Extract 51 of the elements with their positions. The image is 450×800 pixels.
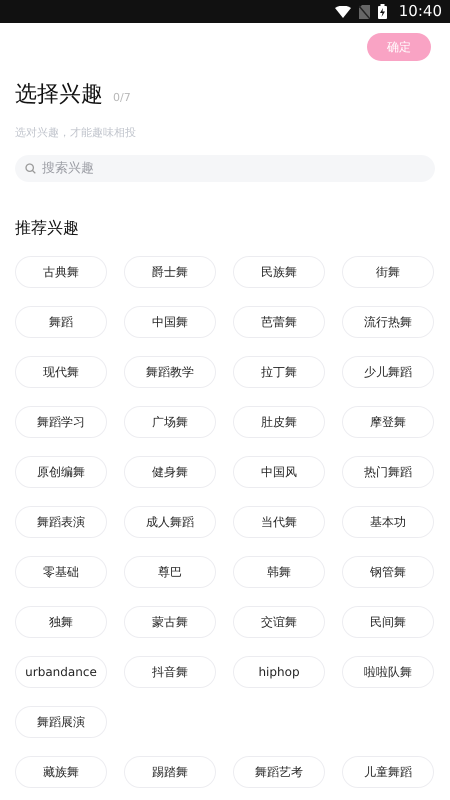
interest-tag[interactable]: 广场舞 [124,406,216,438]
interest-tag[interactable]: urbandance [15,656,107,688]
search-icon [25,163,36,174]
interest-tag[interactable]: 古典舞 [15,256,107,288]
interest-tag[interactable]: 舞蹈教学 [124,356,216,388]
interest-tag[interactable]: 民族舞 [233,256,325,288]
interest-tag[interactable]: 少儿舞蹈 [342,356,434,388]
interest-tag[interactable]: 韩舞 [233,556,325,588]
interest-tag[interactable]: 现代舞 [15,356,107,388]
interest-tag[interactable]: 热门舞蹈 [342,456,434,488]
clock: 10:40 [398,1,442,22]
interest-tag[interactable]: 拉丁舞 [233,356,325,388]
interest-tag[interactable]: 成人舞蹈 [124,506,216,538]
interest-tag[interactable]: 尊巴 [124,556,216,588]
interest-tag[interactable]: 健身舞 [124,456,216,488]
interest-tag[interactable]: 零基础 [15,556,107,588]
interest-tag[interactable]: 民间舞 [342,606,434,638]
battery-charging-icon [378,4,387,19]
interest-tag[interactable]: 中国风 [233,456,325,488]
interest-tag[interactable]: 中国舞 [124,306,216,338]
interest-tag[interactable]: 芭蕾舞 [233,306,325,338]
interest-tag[interactable]: 舞蹈艺考 [233,756,325,788]
interest-tag[interactable]: 踢踏舞 [124,756,216,788]
interest-tag[interactable]: 舞蹈表演 [15,506,107,538]
wifi-icon [334,6,351,18]
search-field[interactable]: 搜索兴趣 [15,155,435,182]
section-title: 推荐兴趣 [15,218,79,237]
selection-count: 0/7 [113,90,131,106]
interest-tag[interactable]: 独舞 [15,606,107,638]
interest-tag[interactable]: 啦啦队舞 [342,656,434,688]
interest-tag[interactable]: 蒙古舞 [124,606,216,638]
interest-tag[interactable]: hiphop [233,656,325,688]
subtitle: 选对兴趣，才能趣味相投 [15,126,136,139]
interest-tag[interactable]: 儿童舞蹈 [342,756,434,788]
interest-tag[interactable]: 舞蹈学习 [15,406,107,438]
interest-tag[interactable]: 基本功 [342,506,434,538]
interest-tag[interactable]: 抖音舞 [124,656,216,688]
interest-tag[interactable]: 舞蹈展演 [15,706,107,738]
interest-tag[interactable]: 街舞 [342,256,434,288]
interest-tag[interactable]: 当代舞 [233,506,325,538]
interest-tag[interactable]: 交谊舞 [233,606,325,638]
interest-tag[interactable]: 舞蹈 [15,306,107,338]
interest-tag[interactable]: 摩登舞 [342,406,434,438]
page-title: 选择兴趣 [15,81,103,109]
interest-tag[interactable]: 藏族舞 [15,756,107,788]
interest-tag[interactable]: 原创编舞 [15,456,107,488]
no-sim-icon [358,4,370,18]
interest-tag[interactable]: 流行热舞 [342,306,434,338]
interest-tag[interactable]: 肚皮舞 [233,406,325,438]
interest-tag[interactable]: 爵士舞 [124,256,216,288]
interest-tag[interactable]: 钢管舞 [342,556,434,588]
